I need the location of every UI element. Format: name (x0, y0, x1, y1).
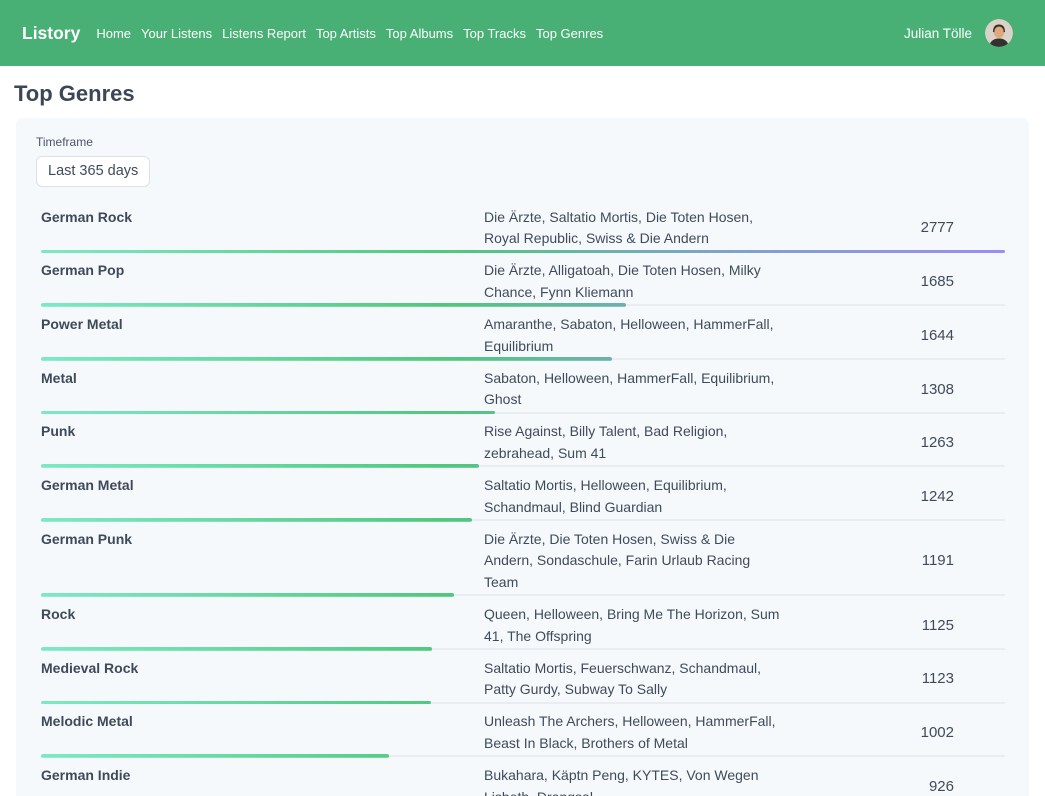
genre-bar-track (41, 701, 1005, 705)
genre-count: 1002 (799, 711, 1005, 754)
genre-row: Melodic Metal Unleash The Archers, Hello… (41, 705, 1005, 759)
genre-bar (41, 411, 495, 415)
nav-link-top-albums[interactable]: Top Albums (386, 26, 453, 41)
genre-bar (41, 754, 389, 758)
genre-count: 1263 (799, 421, 1005, 464)
genre-count: 926 (799, 765, 1005, 796)
genre-artists: Die Ärzte, Saltatio Mortis, Die Toten Ho… (484, 207, 799, 250)
genre-artists: Sabaton, Helloween, HammerFall, Equilibr… (484, 368, 799, 411)
genre-artists: Bukahara, Käptn Peng, KYTES, Von Wegen L… (484, 765, 799, 796)
genre-bar-track (41, 593, 1005, 597)
avatar-photo (985, 19, 1013, 47)
genre-row: German Pop Die Ärzte, Alligatoah, Die To… (41, 254, 1005, 308)
genre-name: German Metal (41, 475, 484, 518)
nav-link-listens-report[interactable]: Listens Report (222, 26, 306, 41)
genre-name: Melodic Metal (41, 711, 484, 754)
nav-link-top-tracks[interactable]: Top Tracks (463, 26, 526, 41)
genre-artists: Saltatio Mortis, Helloween, Equilibrium,… (484, 475, 799, 518)
genre-bar-track (41, 754, 1005, 758)
genre-row: Rock Queen, Helloween, Bring Me The Hori… (41, 597, 1005, 651)
genre-artists: Die Ärzte, Alligatoah, Die Toten Hosen, … (484, 260, 799, 303)
genre-row: Medieval Rock Saltatio Mortis, Feuerschw… (41, 651, 1005, 705)
genre-artists: Queen, Helloween, Bring Me The Horizon, … (484, 604, 799, 647)
genre-count: 1242 (799, 475, 1005, 518)
genre-bar-track (41, 411, 1005, 415)
genre-row: Metal Sabaton, Helloween, HammerFall, Eq… (41, 361, 1005, 415)
genre-row: German Indie Bukahara, Käptn Peng, KYTES… (41, 758, 1005, 796)
genre-name: German Punk (41, 529, 484, 594)
genre-artists: Rise Against, Billy Talent, Bad Religion… (484, 421, 799, 464)
nav-links: Home Your Listens Listens Report Top Artist… (96, 26, 613, 41)
genre-artists: Saltatio Mortis, Feuerschwanz, Schandmau… (484, 658, 799, 701)
genre-name: Medieval Rock (41, 658, 484, 701)
genre-row: German Punk Die Ärzte, Die Toten Hosen, … (41, 522, 1005, 597)
genre-row: Power Metal Amaranthe, Sabaton, Hellowee… (41, 307, 1005, 361)
genre-row: German Rock Die Ärzte, Saltatio Mortis, … (41, 200, 1005, 254)
genre-count: 1123 (799, 658, 1005, 701)
genre-name: German Indie (41, 765, 484, 796)
genre-count: 1125 (799, 604, 1005, 647)
genre-name: Rock (41, 604, 484, 647)
genre-bar-track (41, 357, 1005, 361)
genre-count: 2777 (799, 207, 1005, 250)
timeframe-control: Timeframe Last 365 days (36, 135, 1013, 187)
genre-bar-track (41, 518, 1005, 522)
genre-bar (41, 518, 472, 522)
genre-bar-track (41, 647, 1005, 651)
genre-name: Power Metal (41, 314, 484, 357)
user-name[interactable]: Julian Tölle (904, 26, 972, 41)
top-genres-card: Timeframe Last 365 days German Rock Die … (16, 118, 1029, 796)
brand-logo[interactable]: Listory (22, 23, 80, 44)
genre-name: German Rock (41, 207, 484, 250)
genre-bar-track (41, 303, 1005, 307)
genre-row: Punk Rise Against, Billy Talent, Bad Rel… (41, 415, 1005, 469)
genre-count: 1644 (799, 314, 1005, 357)
genre-row: German Metal Saltatio Mortis, Helloween,… (41, 468, 1005, 522)
timeframe-button[interactable]: Last 365 days (36, 156, 150, 187)
genre-name: German Pop (41, 260, 484, 303)
genre-name: Metal (41, 368, 484, 411)
genre-count: 1308 (799, 368, 1005, 411)
nav-link-your-listens[interactable]: Your Listens (141, 26, 212, 41)
page-title: Top Genres (14, 78, 1029, 110)
user-avatar[interactable] (985, 19, 1013, 47)
genre-artists: Amaranthe, Sabaton, Helloween, HammerFal… (484, 314, 799, 357)
nav-link-top-artists[interactable]: Top Artists (316, 26, 376, 41)
genre-bar (41, 593, 454, 597)
genre-bar (41, 357, 612, 361)
genre-artists: Unleash The Archers, Helloween, HammerFa… (484, 711, 799, 754)
genre-count: 1685 (799, 260, 1005, 303)
genre-bar (41, 647, 432, 651)
genre-bar (41, 250, 1005, 254)
genre-bar-track (41, 250, 1005, 254)
genre-artists: Die Ärzte, Die Toten Hosen, Swiss & Die … (484, 529, 799, 594)
nav-link-top-genres[interactable]: Top Genres (536, 26, 603, 41)
genre-name: Punk (41, 421, 484, 464)
navbar: Listory Home Your Listens Listens Report To… (0, 0, 1045, 66)
genre-count: 1191 (799, 529, 1005, 594)
genre-table: German Rock Die Ärzte, Saltatio Mortis, … (41, 200, 1005, 796)
genre-bar (41, 701, 431, 705)
nav-link-home[interactable]: Home (96, 26, 131, 41)
genre-bar (41, 303, 626, 307)
genre-bar-track (41, 464, 1005, 468)
timeframe-label: Timeframe (36, 135, 1013, 149)
genre-bar (41, 464, 479, 468)
